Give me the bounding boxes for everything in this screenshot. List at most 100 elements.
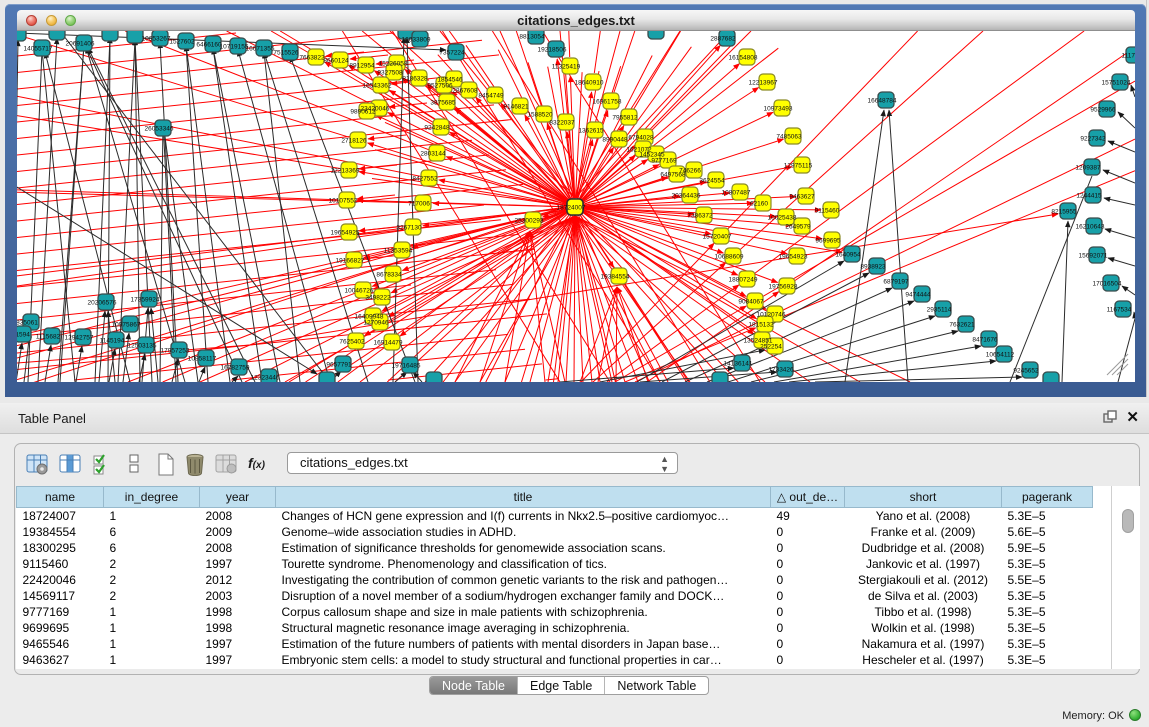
svg-text:9463627: 9463627 bbox=[789, 194, 815, 201]
svg-text:9146821: 9146821 bbox=[503, 104, 529, 111]
svg-text:9657791: 9657791 bbox=[326, 362, 352, 369]
svg-text:19756928: 19756928 bbox=[769, 284, 798, 291]
svg-text:25300293: 25300293 bbox=[515, 218, 544, 225]
svg-text:9245652: 9245652 bbox=[1013, 368, 1039, 375]
svg-text:16671355: 16671355 bbox=[246, 46, 275, 53]
svg-text:9527506: 9527506 bbox=[427, 83, 453, 90]
svg-text:8678334: 8678334 bbox=[376, 272, 402, 279]
svg-text:12942757: 12942757 bbox=[65, 335, 94, 342]
svg-text:2887682: 2887682 bbox=[710, 36, 736, 43]
svg-text:1115682: 1115682 bbox=[36, 334, 61, 341]
svg-text:15720407: 15720407 bbox=[703, 234, 732, 241]
svg-text:7515526: 7515526 bbox=[273, 50, 299, 57]
svg-text:16033809: 16033809 bbox=[402, 37, 431, 44]
svg-text:391594: 391594 bbox=[17, 332, 30, 339]
svg-text:9529966: 9529966 bbox=[1090, 107, 1116, 114]
svg-text:1640954: 1640954 bbox=[835, 252, 861, 259]
svg-text:1362615: 1362615 bbox=[578, 128, 604, 135]
svg-text:3875685: 3875685 bbox=[430, 100, 456, 107]
svg-text:252254: 252254 bbox=[760, 344, 782, 351]
svg-text:20364436: 20364436 bbox=[672, 193, 701, 200]
svg-text:9474444: 9474444 bbox=[905, 292, 931, 299]
svg-text:1854546: 1854546 bbox=[437, 77, 463, 84]
svg-text:2718126: 2718126 bbox=[341, 138, 367, 145]
svg-text:7955812: 7955812 bbox=[612, 115, 638, 122]
svg-text:17359924: 17359924 bbox=[131, 297, 160, 304]
svg-text:14136141: 14136141 bbox=[724, 361, 753, 368]
svg-text:1815132: 1815132 bbox=[748, 322, 774, 329]
svg-text:3498222: 3498222 bbox=[365, 295, 391, 302]
svg-text:10046726: 10046726 bbox=[345, 288, 374, 295]
svg-text:19218506: 19218506 bbox=[538, 47, 567, 54]
svg-text:8186328: 8186328 bbox=[402, 76, 428, 83]
svg-text:8813054: 8813054 bbox=[519, 34, 545, 41]
svg-text:6466160: 6466160 bbox=[196, 42, 222, 49]
svg-text:2867608: 2867608 bbox=[452, 88, 478, 95]
svg-text:7485063: 7485063 bbox=[776, 134, 802, 141]
svg-text:2649579: 2649579 bbox=[785, 224, 811, 231]
svg-text:10973493: 10973493 bbox=[764, 106, 793, 113]
svg-text:7632621: 7632621 bbox=[949, 322, 975, 329]
svg-text:19654925: 19654925 bbox=[331, 230, 360, 237]
svg-text:8454749: 8454749 bbox=[478, 93, 504, 100]
svg-text:12323446: 12323446 bbox=[251, 375, 280, 382]
svg-text:15751024: 15751024 bbox=[1102, 80, 1131, 87]
svg-text:16961758: 16961758 bbox=[593, 99, 622, 106]
svg-text:16782759: 16782759 bbox=[221, 365, 250, 372]
svg-text:18640910: 18640910 bbox=[575, 80, 604, 87]
svg-text:16914479: 16914479 bbox=[374, 340, 403, 347]
svg-text:7386372: 7386372 bbox=[687, 213, 713, 220]
svg-text:9115460: 9115460 bbox=[815, 208, 840, 215]
svg-text:16210643: 16210643 bbox=[1076, 224, 1105, 231]
svg-text:2935114: 2935114 bbox=[927, 307, 952, 314]
svg-text:18724007: 18724007 bbox=[557, 205, 586, 212]
svg-text:10654112: 10654112 bbox=[986, 352, 1015, 359]
svg-text:7625402: 7625402 bbox=[339, 339, 365, 346]
svg-text:8990448: 8990448 bbox=[602, 137, 628, 144]
svg-text:835061: 835061 bbox=[17, 320, 38, 327]
svg-text:6879197: 6879197 bbox=[883, 279, 909, 286]
svg-text:1244415: 1244415 bbox=[1076, 193, 1102, 200]
svg-text:11172: 11172 bbox=[1121, 53, 1135, 60]
svg-text:14055717: 14055717 bbox=[24, 46, 53, 53]
svg-text:16648784: 16648784 bbox=[868, 98, 897, 105]
svg-text:7357224: 7357224 bbox=[439, 50, 465, 57]
svg-text:20691406: 20691406 bbox=[66, 41, 95, 48]
svg-text:3267130: 3267130 bbox=[396, 225, 422, 232]
svg-text:19654923: 19654923 bbox=[779, 254, 808, 261]
svg-text:62160: 62160 bbox=[750, 201, 768, 208]
svg-text:1209387: 1209387 bbox=[1075, 165, 1101, 172]
svg-text:7663822: 7663822 bbox=[299, 55, 325, 62]
svg-text:10807487: 10807487 bbox=[722, 190, 751, 197]
svg-text:9242848: 9242848 bbox=[424, 125, 450, 132]
svg-text:10107552: 10107552 bbox=[329, 198, 358, 205]
svg-text:12975115: 12975115 bbox=[784, 163, 813, 170]
svg-text:9777169: 9777169 bbox=[651, 158, 677, 165]
svg-text:8660124: 8660124 bbox=[323, 58, 349, 65]
svg-text:8938923: 8938923 bbox=[860, 264, 886, 271]
svg-text:1145194: 1145194 bbox=[100, 338, 125, 345]
svg-text:19716485: 19716485 bbox=[392, 363, 421, 370]
svg-text:9327508: 9327508 bbox=[377, 70, 403, 77]
svg-text:8427552: 8427552 bbox=[412, 176, 438, 183]
svg-text:1270946: 1270946 bbox=[363, 320, 389, 327]
svg-text:6794028: 6794028 bbox=[628, 135, 654, 142]
svg-text:11325419: 11325419 bbox=[552, 64, 581, 71]
svg-text:10719155: 10719155 bbox=[220, 44, 249, 51]
svg-text:16154808: 16154808 bbox=[729, 55, 758, 62]
svg-text:10653267: 10653267 bbox=[142, 36, 171, 43]
svg-text:17957253: 17957253 bbox=[161, 348, 190, 355]
svg-text:9227342: 9227342 bbox=[1080, 136, 1106, 143]
svg-text:8912954: 8912954 bbox=[349, 63, 375, 70]
svg-text:10120746: 10120746 bbox=[757, 312, 786, 319]
svg-text:1167534: 1167534 bbox=[1107, 307, 1132, 314]
svg-text:16543362: 16543362 bbox=[363, 83, 392, 90]
svg-text:10025438: 10025438 bbox=[768, 215, 797, 222]
svg-text:8215955: 8215955 bbox=[1051, 209, 1077, 216]
svg-text:12503135: 12503135 bbox=[128, 343, 157, 350]
svg-text:9699695: 9699695 bbox=[815, 238, 841, 245]
svg-text:746266: 746266 bbox=[679, 168, 701, 175]
svg-text:12213369: 12213369 bbox=[331, 168, 360, 175]
svg-text:11353594: 11353594 bbox=[384, 248, 413, 255]
svg-text:15226058: 15226058 bbox=[379, 61, 408, 68]
